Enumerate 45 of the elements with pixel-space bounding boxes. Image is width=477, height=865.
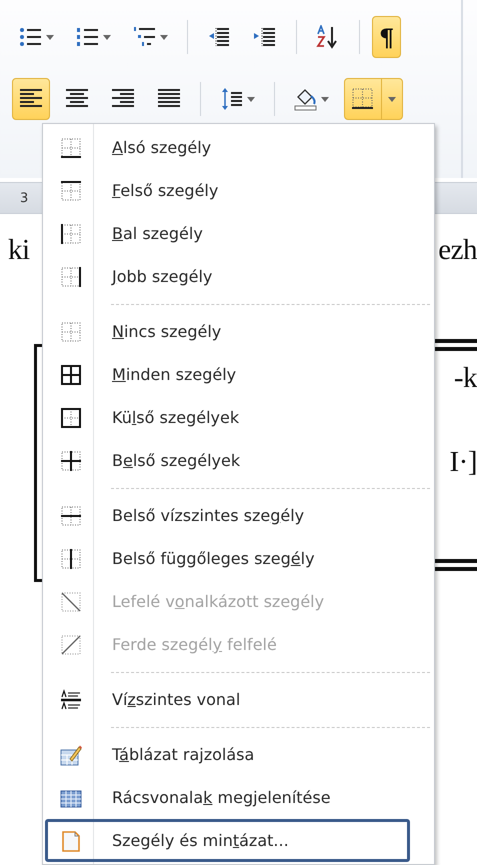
document-text: ki: [8, 236, 30, 265]
show-formatting-button[interactable]: ¶: [372, 16, 402, 58]
diagonal-up-border-icon: [60, 634, 82, 656]
inside-vertical-border-icon: [60, 548, 82, 570]
menu-item[interactable]: Jobb szegély: [45, 255, 410, 298]
document-text: ezh: [438, 236, 477, 265]
no-border-icon: [60, 320, 82, 342]
page-border-icon: [60, 830, 82, 852]
document-text: -k: [454, 364, 477, 393]
paint-bucket-icon: [294, 87, 318, 111]
decrease-indent-icon: [207, 25, 231, 49]
menu-item[interactable]: Szegély és mintázat...: [45, 819, 410, 862]
all-borders-icon: [60, 364, 82, 386]
line-spacing-icon: [220, 87, 244, 111]
ruler-number: 3: [20, 190, 28, 206]
bottom-border-icon: [60, 136, 82, 158]
draw-table-icon: [60, 744, 82, 766]
menu-item[interactable]: Bal szegély: [45, 212, 410, 255]
borders-icon: [351, 87, 375, 111]
menu-item[interactable]: Belső vízszintes szegély: [45, 494, 410, 537]
right-border-icon: [60, 266, 82, 288]
menu-item[interactable]: Minden szegély: [45, 353, 410, 396]
top-border-icon: [60, 180, 82, 202]
menu-item[interactable]: Rácsvonalak megjelenítése: [45, 776, 410, 819]
menu-item[interactable]: Nincs szegély: [45, 310, 410, 353]
multilevel-list-icon: [133, 25, 157, 49]
increase-indent-icon: [253, 25, 277, 49]
horizontal-line-icon: [60, 688, 82, 710]
menu-item[interactable]: Belső függőleges szegély: [45, 537, 410, 580]
menu-item[interactable]: Alsó szegély: [45, 126, 410, 169]
menu-item[interactable]: Belső szegélyek: [45, 439, 410, 482]
document-text: I·]: [450, 448, 477, 477]
outside-borders-icon: [60, 406, 82, 428]
left-border-icon: [60, 222, 82, 244]
menu-item[interactable]: Felső szegély: [45, 169, 410, 212]
menu-item[interactable]: Külső szegélyek: [45, 396, 410, 439]
diagonal-down-border-icon: [60, 590, 82, 612]
menu-item[interactable]: Táblázat rajzolása: [45, 733, 410, 776]
inside-horizontal-border-icon: [60, 504, 82, 526]
bullet-list-icon: [19, 25, 43, 49]
borders-button[interactable]: [344, 78, 403, 120]
align-left-button[interactable]: [12, 78, 50, 120]
inside-borders-icon: [60, 450, 82, 472]
menu-item[interactable]: Vízszintes vonal: [45, 678, 410, 721]
numbered-list-icon: [76, 25, 100, 49]
